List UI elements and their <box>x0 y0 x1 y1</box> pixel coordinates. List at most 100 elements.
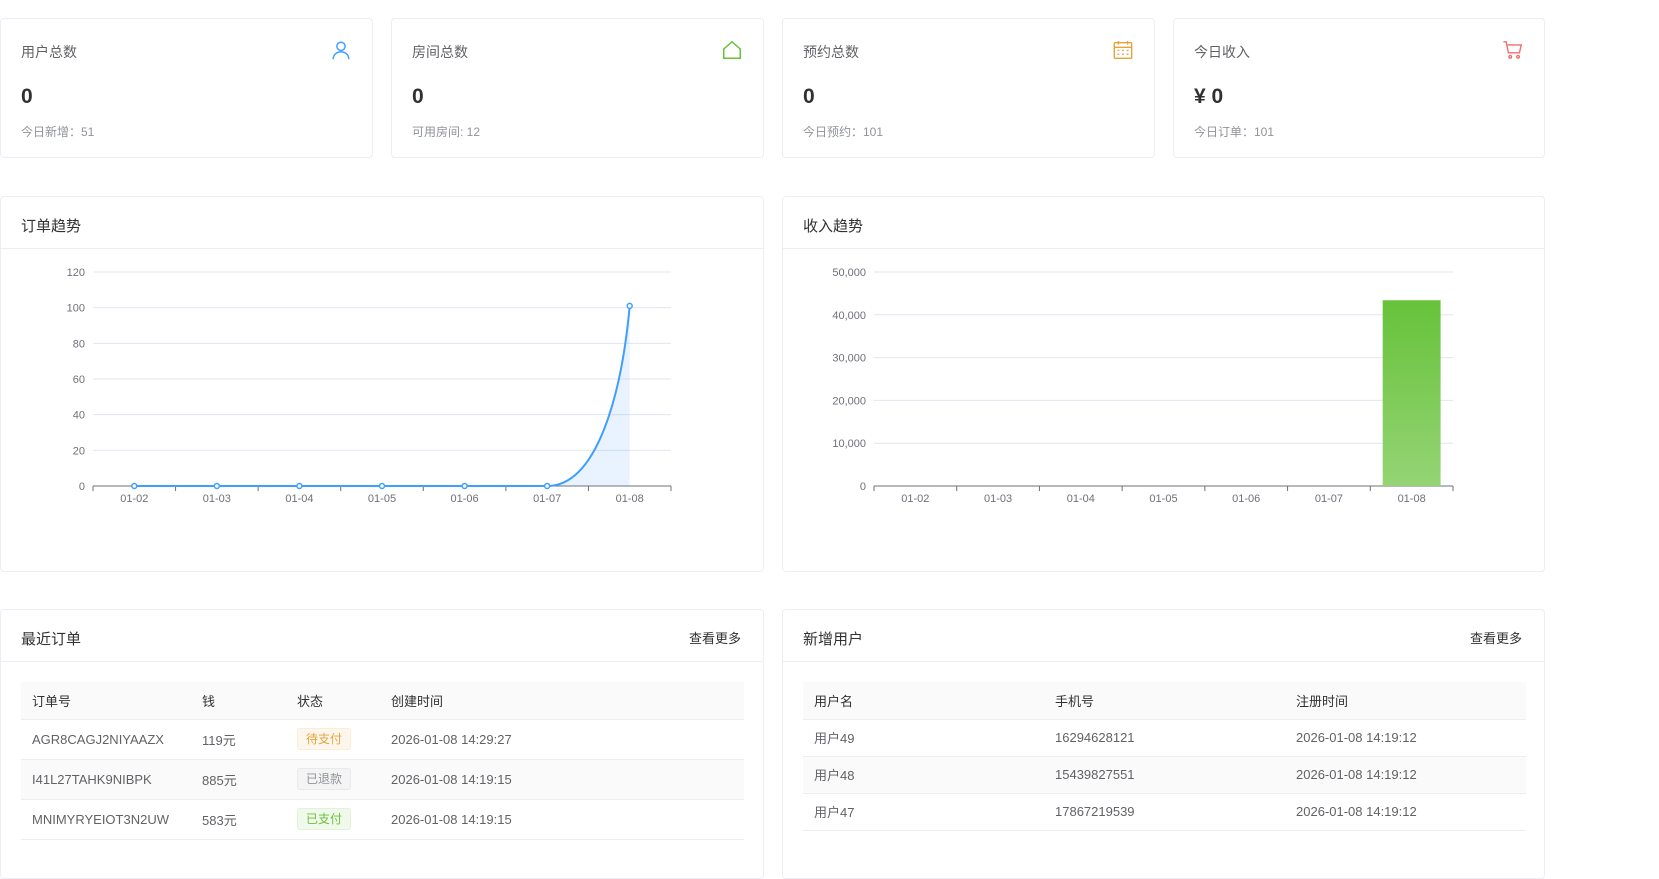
panel-title: 收入趋势 <box>803 218 864 235</box>
recent-orders-panel: 最近订单 查看更多 订单号 钱 状态 创建时间 AGR8CAGJ2NIYAAZX… <box>0 609 764 879</box>
status-badge: 待支付 <box>297 728 352 750</box>
orders-table: 订单号 钱 状态 创建时间 AGR8CAGJ2NIYAAZX 119元 待支付 … <box>21 682 744 840</box>
x-tick-label: 01-02 <box>120 493 148 505</box>
panel-header: 新增用户 查看更多 <box>783 610 1544 662</box>
x-tick-label: 01-03 <box>984 493 1012 505</box>
income-trend-chart: 0 10,000 20,000 30,000 40,000 50,000 01-02 01-0… <box>832 267 1454 505</box>
y-tick-label: 10,000 <box>832 438 866 450</box>
data-point <box>543 482 551 490</box>
status-badge: 已支付 <box>297 808 352 830</box>
status-badge: 已退款 <box>297 768 352 790</box>
stat-value: 0 <box>21 85 33 108</box>
x-tick-label: 01-03 <box>203 493 231 505</box>
new-users-panel: 新增用户 查看更多 用户名 手机号 注册时间 用户49 16294628121 … <box>782 609 1545 879</box>
y-tick-label: 0 <box>860 481 866 493</box>
username-cell: 用户47 <box>803 793 1044 831</box>
series-line <box>134 305 631 487</box>
created-cell: 2026-01-08 14:29:27 <box>380 719 744 760</box>
y-tick-label: 40,000 <box>832 310 866 322</box>
data-point <box>461 482 468 490</box>
stat-card-rooms: 房间总数 0 可用房间: 12 <box>391 18 764 158</box>
table-row[interactable]: MNIMYRYEIOT3N2UW 583元 已支付 2026-01-08 14:… <box>21 799 744 840</box>
table-row[interactable]: 用户48 15439827551 2026-01-08 14:19:12 <box>803 756 1526 794</box>
data-point <box>213 482 221 490</box>
y-tick-label: 50,000 <box>832 267 866 279</box>
x-tick-label: 01-04 <box>1067 493 1095 505</box>
column-header-created[interactable]: 创建时间 <box>380 682 744 720</box>
x-tick-label: 01-08 <box>616 493 644 505</box>
amount-cell: 583元 <box>191 799 286 840</box>
home-icon <box>723 40 741 59</box>
column-header-order-no[interactable]: 订单号 <box>21 682 191 720</box>
x-tick-label: 01-06 <box>451 493 479 505</box>
table-row[interactable]: I41L27TAHK9NIBPK 885元 已退款 2026-01-08 14:… <box>21 759 744 800</box>
stat-value: ¥ 0 <box>1194 85 1224 108</box>
view-more-users-link[interactable]: 查看更多 <box>1470 628 1522 647</box>
stat-card-income: 今日收入 ¥ 0 今日订单：101 <box>1173 18 1545 158</box>
stat-value: 0 <box>412 85 424 108</box>
y-tick-label: 80 <box>73 338 85 350</box>
status-cell: 待支付 <box>286 719 380 760</box>
registered-cell: 2026-01-08 14:19:12 <box>1285 719 1526 757</box>
income-trend-panel: 收入趋势 0 10,000 20,000 30,000 40,000 50,000 01-0… <box>782 196 1545 572</box>
column-header-status[interactable]: 状态 <box>286 682 380 720</box>
data-point <box>626 302 633 310</box>
x-tick-label: 01-08 <box>1398 493 1426 505</box>
table-row[interactable]: 用户47 17867219539 2026-01-08 14:19:12 <box>803 793 1526 831</box>
cart-icon <box>1503 41 1523 59</box>
phone-cell: 15439827551 <box>1044 756 1285 794</box>
stat-subtext: 可用房间: 12 <box>412 125 481 139</box>
y-tick-label: 40 <box>73 410 85 422</box>
stat-title: 今日收入 <box>1194 44 1250 60</box>
stat-subtext: 今日预约：101 <box>803 125 884 139</box>
column-header-amount[interactable]: 钱 <box>191 682 286 720</box>
panel-header: 最近订单 查看更多 <box>1 610 763 662</box>
phone-cell: 16294628121 <box>1044 719 1285 757</box>
y-tick-label: 30,000 <box>832 353 866 365</box>
column-header-username[interactable]: 用户名 <box>803 682 1044 720</box>
stat-title: 预约总数 <box>803 44 859 60</box>
column-header-phone[interactable]: 手机号 <box>1044 682 1285 720</box>
x-tick-label: 01-02 <box>901 493 929 505</box>
table-header-row: 订单号 钱 状态 创建时间 <box>21 682 744 720</box>
status-cell: 已支付 <box>286 799 380 840</box>
amount-cell: 119元 <box>191 719 286 760</box>
x-tick-label: 01-07 <box>1315 493 1343 505</box>
stat-subtext: 今日订单：101 <box>1194 125 1275 139</box>
order-no-cell: AGR8CAGJ2NIYAAZX <box>21 719 191 760</box>
bar <box>1382 300 1441 486</box>
x-tick-label: 01-05 <box>1149 493 1177 505</box>
data-point <box>131 482 138 490</box>
registered-cell: 2026-01-08 14:19:12 <box>1285 756 1526 794</box>
table-header-row: 用户名 手机号 注册时间 <box>803 682 1526 720</box>
x-tick-label: 01-05 <box>368 493 396 505</box>
username-cell: 用户48 <box>803 756 1044 794</box>
created-cell: 2026-01-08 14:19:15 <box>380 799 744 840</box>
panel-title: 最近订单 <box>21 631 82 648</box>
user-icon <box>332 41 350 60</box>
phone-cell: 17867219539 <box>1044 793 1285 831</box>
order-no-cell: I41L27TAHK9NIBPK <box>21 759 191 800</box>
order-no-cell: MNIMYRYEIOT3N2UW <box>21 799 191 840</box>
y-tick-label: 60 <box>73 374 85 386</box>
panel-header: 订单趋势 <box>1 197 763 249</box>
order-trend-chart: 0 20 40 60 80 100 120 01-02 01-03 01-04 01-05 01-06… <box>67 267 672 505</box>
created-cell: 2026-01-08 14:19:15 <box>380 759 744 800</box>
panel-header: 收入趋势 <box>783 197 1544 249</box>
stat-title: 用户总数 <box>21 44 77 60</box>
y-tick-label: 120 <box>67 267 85 279</box>
stat-title: 房间总数 <box>412 44 468 60</box>
stat-card-users: 用户总数 0 今日新增：51 <box>0 18 373 158</box>
stat-subtext: 今日新增：51 <box>21 125 95 139</box>
x-tick-label: 01-04 <box>285 493 313 505</box>
view-more-orders-link[interactable]: 查看更多 <box>689 628 741 647</box>
column-header-registered[interactable]: 注册时间 <box>1285 682 1526 720</box>
y-tick-label: 20,000 <box>832 395 866 407</box>
y-tick-label: 0 <box>79 481 85 493</box>
table-row[interactable]: AGR8CAGJ2NIYAAZX 119元 待支付 2026-01-08 14:… <box>21 719 744 760</box>
order-trend-panel: 订单趋势 0 20 40 60 80 100 120 01-02 01-03 01-04 01-05… <box>0 196 764 572</box>
table-row[interactable]: 用户49 16294628121 2026-01-08 14:19:12 <box>803 719 1526 757</box>
users-table: 用户名 手机号 注册时间 用户49 16294628121 2026-01-08… <box>803 682 1526 831</box>
registered-cell: 2026-01-08 14:19:12 <box>1285 793 1526 831</box>
data-point <box>378 482 386 490</box>
